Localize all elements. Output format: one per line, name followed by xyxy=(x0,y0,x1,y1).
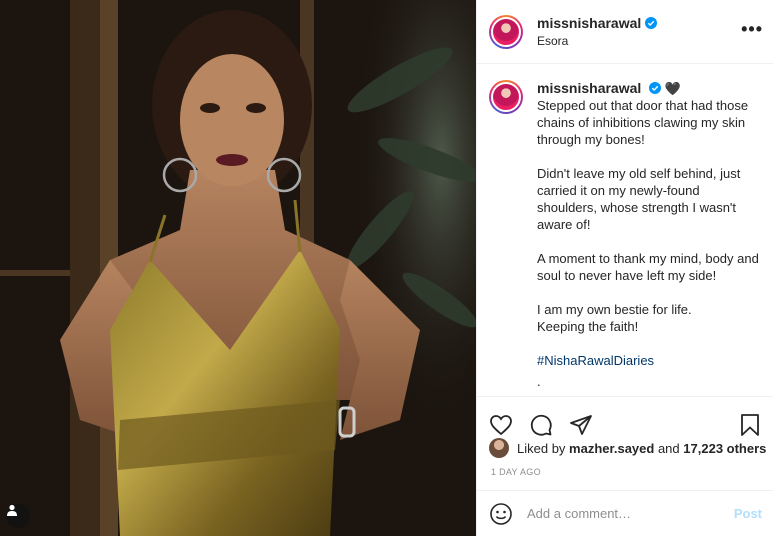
location-link[interactable]: Esora xyxy=(537,34,657,48)
share-button[interactable] xyxy=(569,413,593,437)
caption-paragraph: Didn't leave my old self behind, just ca… xyxy=(537,166,741,232)
post-sidebar: missnisharawal Esora ••• missnisharawal … xyxy=(476,0,773,536)
likes-summary: Liked by mazher.sayed and 17,223 others xyxy=(489,438,766,458)
action-bar xyxy=(477,396,773,442)
verified-badge-icon xyxy=(645,17,658,29)
heart-icon xyxy=(490,414,512,435)
header-username-text[interactable]: missnisharawal xyxy=(537,15,641,31)
caption-dot: . xyxy=(537,374,541,389)
more-options-button[interactable]: ••• xyxy=(741,20,763,38)
like-button[interactable] xyxy=(489,413,513,437)
caption-text: missnisharawal 🖤 Stepped out that door t… xyxy=(537,80,761,395)
hashtag-link[interactable]: #NishaRawalDiaries xyxy=(537,353,654,368)
paper-plane-icon xyxy=(570,414,592,435)
caption-paragraph: A moment to thank my mind, body and soul… xyxy=(537,251,759,283)
verified-badge-icon xyxy=(648,82,661,94)
caption-dot: . xyxy=(537,390,761,395)
portrait-image xyxy=(0,0,476,536)
caption-paragraph: Stepped out that door that had those cha… xyxy=(537,98,749,147)
header-user-block: missnisharawal Esora xyxy=(537,15,658,48)
caption-username[interactable]: missnisharawal xyxy=(537,80,641,96)
header-username[interactable]: missnisharawal xyxy=(537,15,658,31)
liker-username[interactable]: mazher.sayed xyxy=(569,441,654,456)
likes-count[interactable]: 17,223 others xyxy=(683,441,766,456)
bookmark-icon xyxy=(741,413,759,436)
user-tag-button[interactable] xyxy=(6,504,30,528)
post-timestamp[interactable]: 1 DAY AGO xyxy=(491,467,541,477)
comment-form: Post xyxy=(477,490,773,536)
caption-first-line: missnisharawal 🖤 xyxy=(537,80,761,97)
avatar[interactable] xyxy=(489,14,523,49)
liker-avatar[interactable] xyxy=(489,438,509,458)
save-button[interactable] xyxy=(738,413,762,437)
post-header: missnisharawal Esora ••• xyxy=(477,0,773,64)
post-comment-button[interactable]: Post xyxy=(734,506,762,521)
caption-avatar[interactable] xyxy=(489,80,523,114)
smiley-icon xyxy=(490,502,512,525)
caption-emoji: 🖤 xyxy=(664,81,681,96)
emoji-button[interactable] xyxy=(489,502,513,526)
caption-paragraph: I am my own bestie for life. Keeping the… xyxy=(537,302,692,334)
caption-area: missnisharawal 🖤 Stepped out that door t… xyxy=(477,64,773,395)
hashtag-line: #NishaRawalDiaries xyxy=(537,352,761,369)
comment-button[interactable] xyxy=(529,413,553,437)
likes-middle: and xyxy=(657,440,680,456)
comment-icon xyxy=(530,414,552,436)
post-photo[interactable] xyxy=(0,0,476,536)
comment-input[interactable] xyxy=(527,506,734,521)
person-icon xyxy=(7,504,17,516)
likes-prefix: Liked by xyxy=(517,440,566,456)
